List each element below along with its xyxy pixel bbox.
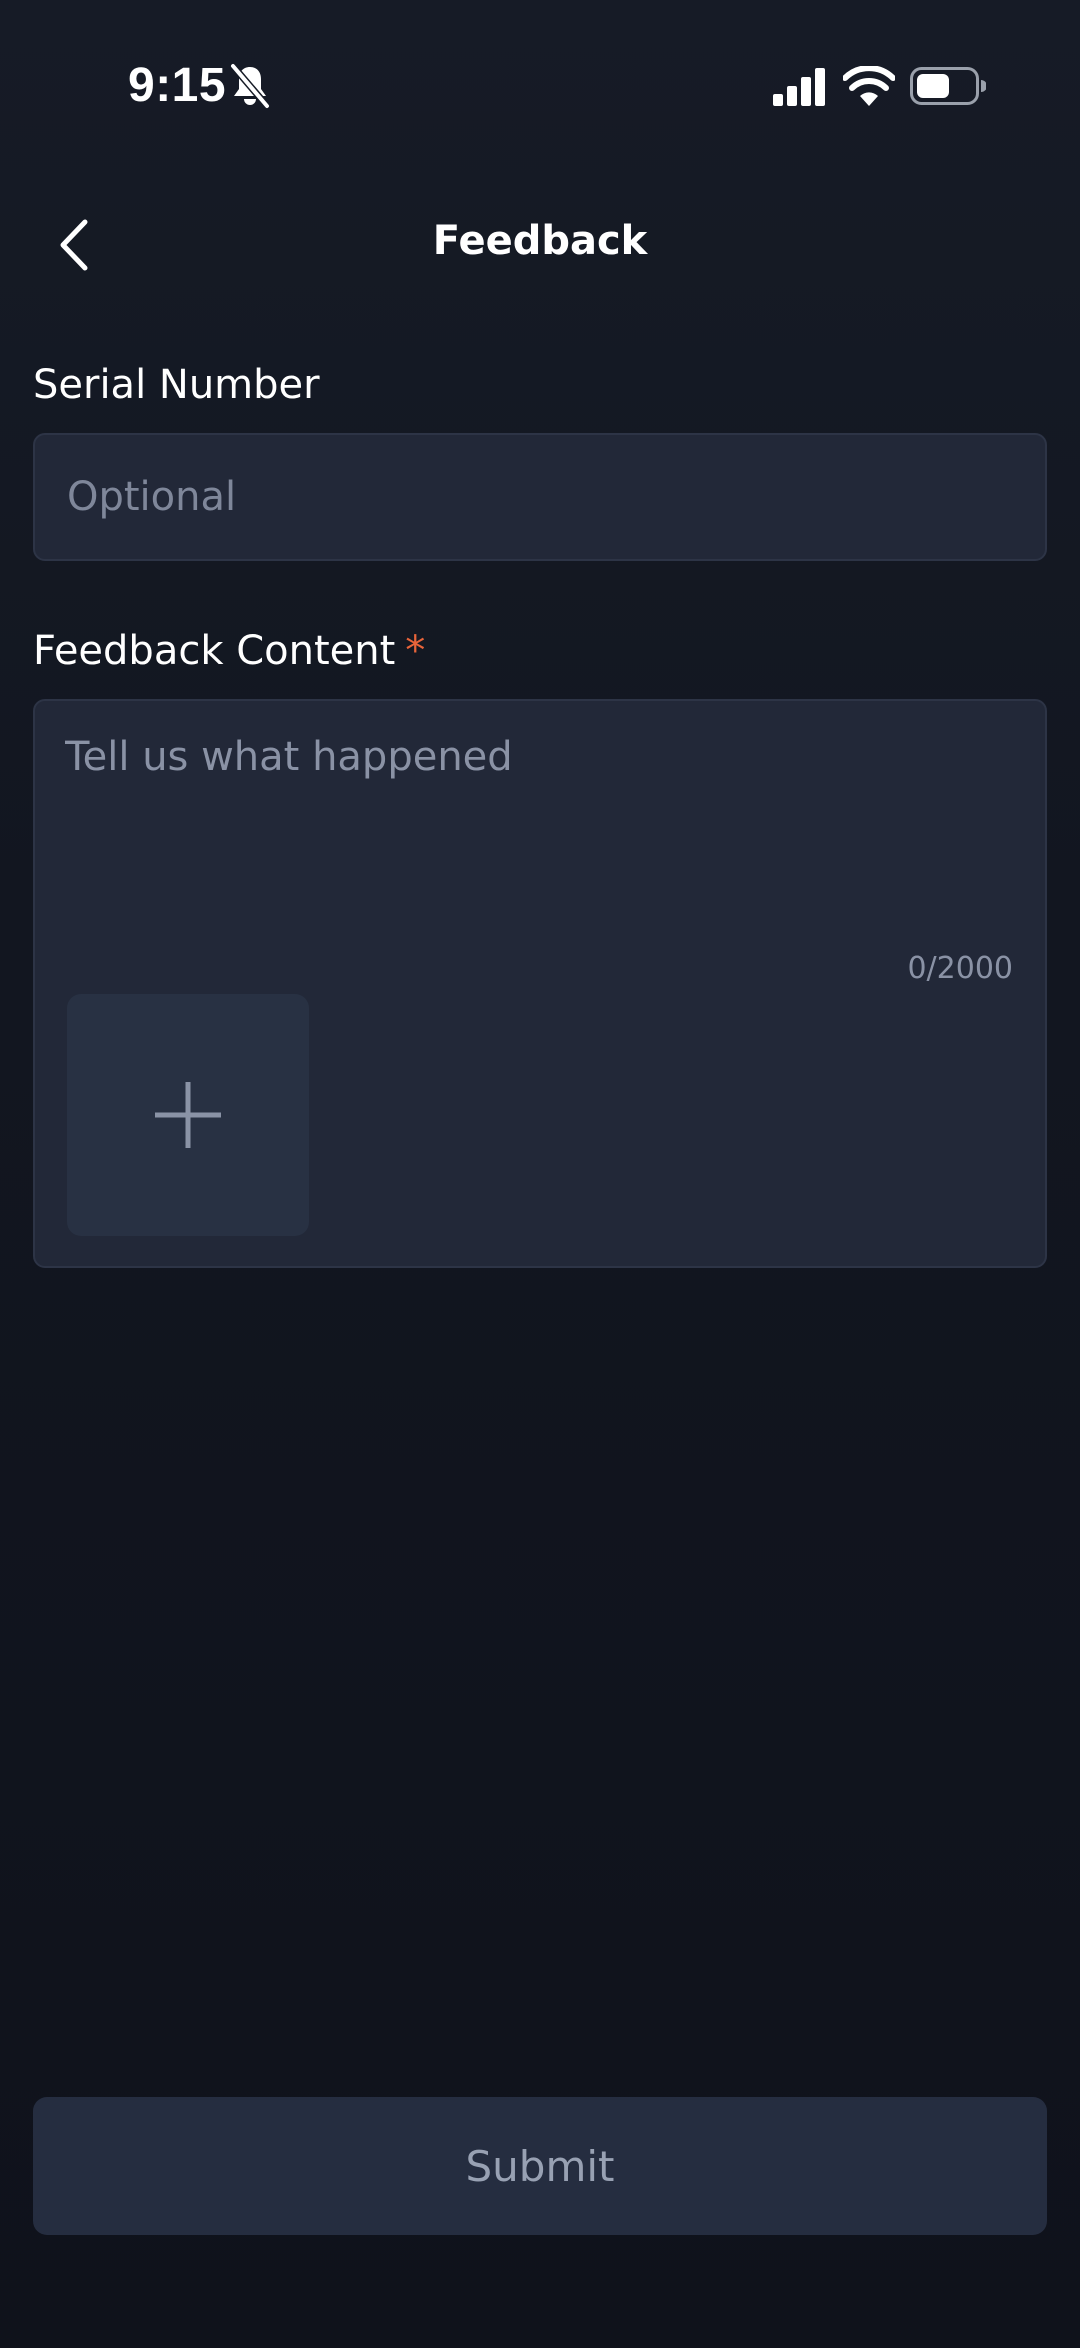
nav-bar: Feedback (0, 190, 1080, 300)
wifi-icon (843, 66, 895, 106)
add-image-button[interactable] (67, 994, 309, 1236)
feedback-content-box: 0/2000 (33, 699, 1047, 1268)
battery-icon (910, 67, 986, 105)
cellular-signal-icon (773, 68, 825, 106)
status-bar: 9:15 (0, 0, 1080, 180)
serial-number-label-text: Serial Number (33, 362, 320, 408)
required-mark: * (405, 628, 426, 674)
feedback-content-label-text: Feedback Content (33, 628, 396, 674)
submit-button[interactable]: Submit (33, 2097, 1047, 2235)
feedback-content-textarea[interactable] (65, 731, 1015, 951)
serial-number-input[interactable] (33, 433, 1047, 561)
bell-slash-icon (230, 63, 270, 109)
feedback-content-label: Feedback Content * (33, 628, 425, 674)
character-counter: 0/2000 (907, 951, 1013, 986)
serial-number-label: Serial Number (33, 362, 320, 408)
status-time: 9:15 (128, 59, 227, 112)
plus-icon (155, 1082, 221, 1148)
page-title: Feedback (432, 218, 648, 264)
